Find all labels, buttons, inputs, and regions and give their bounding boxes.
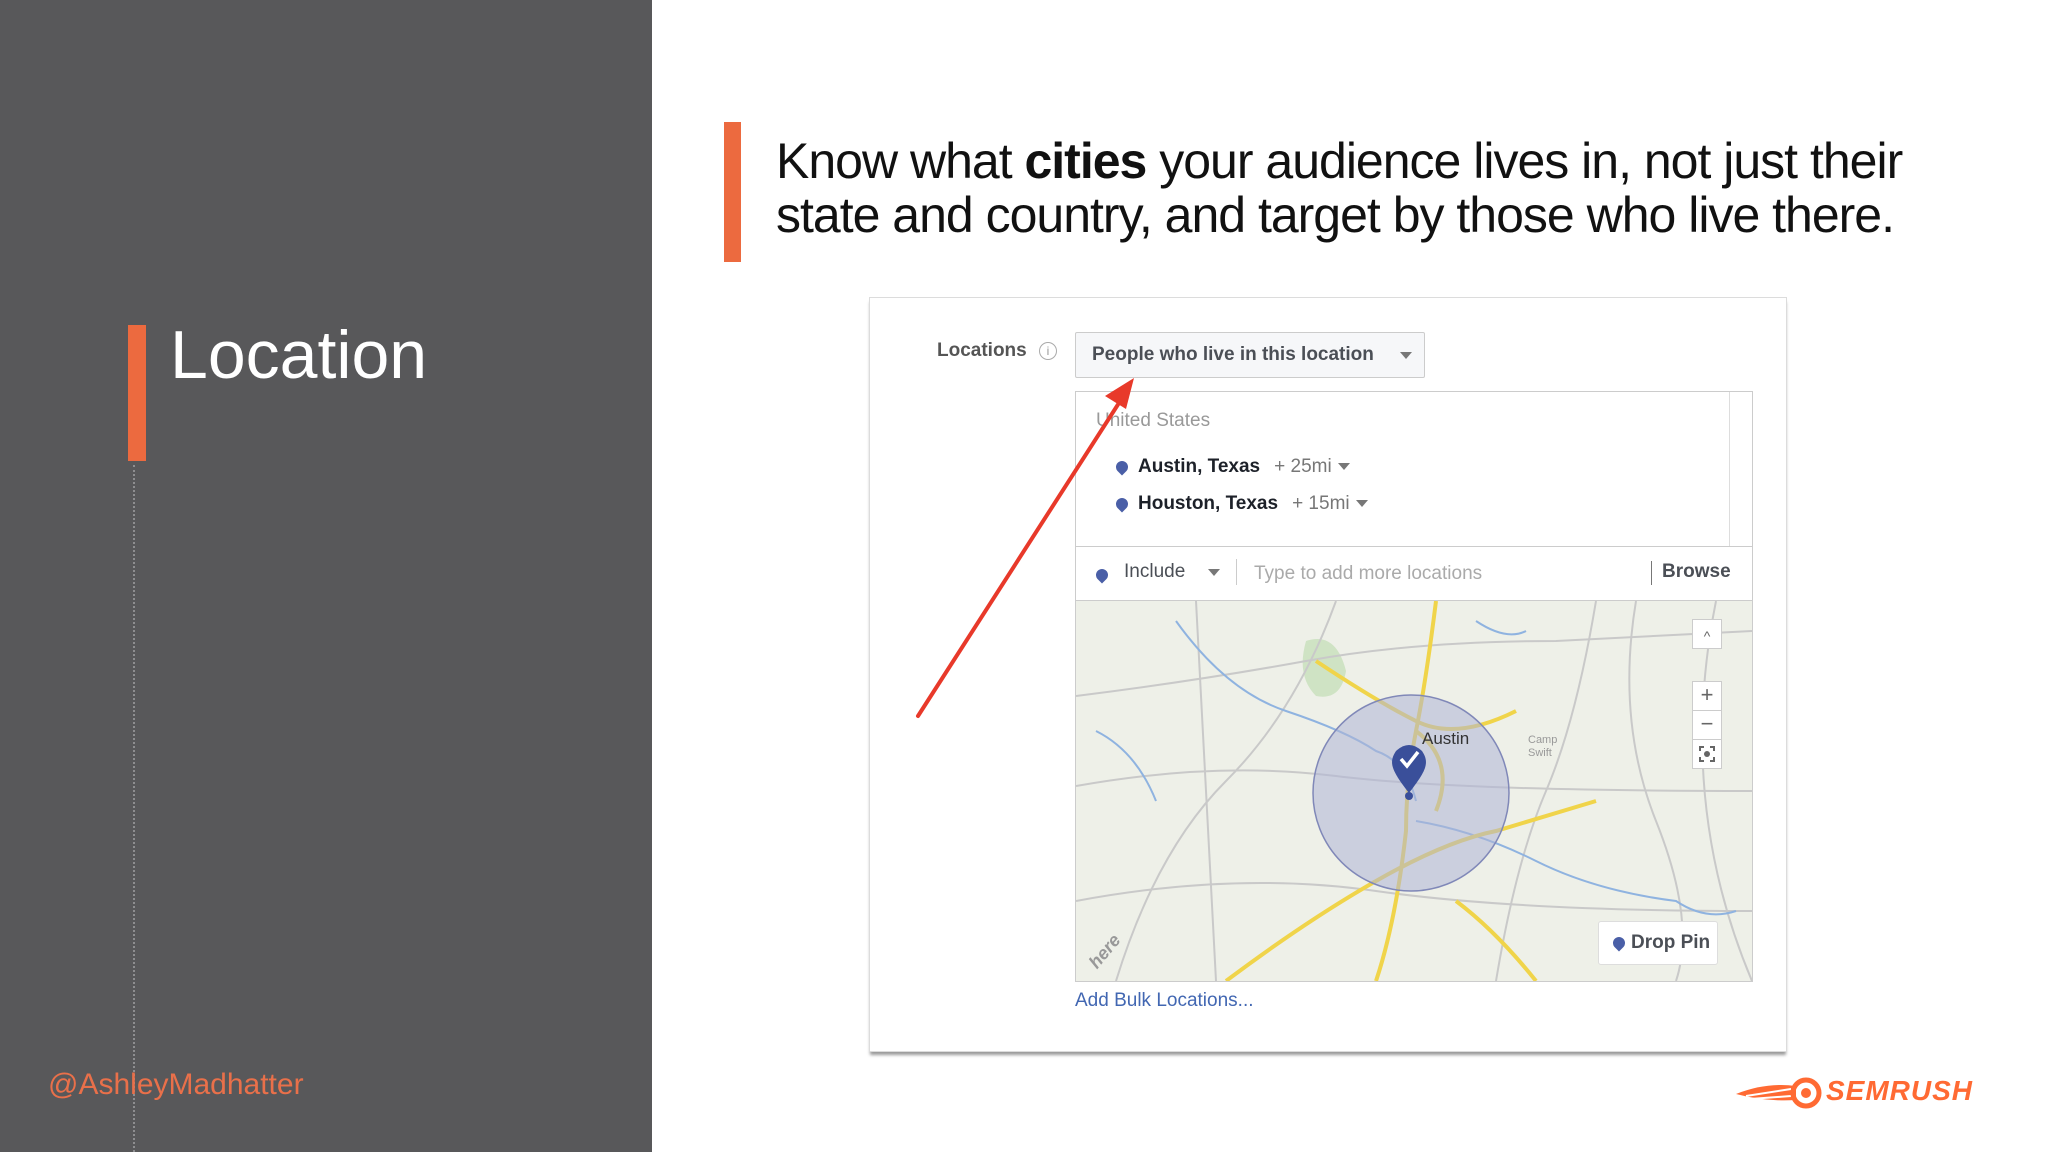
audience-dropdown-value: People who live in this location [1092, 344, 1374, 365]
chevron-down-icon[interactable] [1355, 500, 1368, 508]
location-search-row: Include Browse [1075, 546, 1753, 602]
location-pin-icon [1113, 495, 1131, 513]
headline-accent-bar [724, 122, 741, 262]
author-handle: @AshleyMadhatter [48, 1068, 304, 1101]
radius-selector[interactable]: + 15mi [1292, 493, 1350, 514]
chevron-down-icon[interactable] [1208, 569, 1220, 576]
list-item-location[interactable]: Austin, Texas + 25mi [1113, 456, 1350, 478]
location-name: Houston, Texas [1138, 493, 1279, 514]
ads-location-screenshot: Locations i People who live in this loca… [869, 297, 1787, 1052]
chevron-down-icon [1400, 352, 1412, 359]
logo-mark-icon [1736, 1077, 1822, 1109]
divider [1236, 559, 1237, 585]
map-city-label: Austin [1422, 729, 1470, 748]
info-icon[interactable]: i [1039, 342, 1057, 360]
section-accent-bar [128, 325, 146, 461]
drop-pin-button[interactable]: Drop Pin [1598, 921, 1718, 965]
location-pin-icon [1093, 566, 1111, 584]
include-dropdown[interactable]: Include [1124, 561, 1185, 583]
browse-button[interactable]: Browse [1662, 561, 1731, 583]
section-title: Location [170, 317, 428, 393]
logo-text: SEMRUSH [1826, 1075, 1974, 1106]
recenter-button[interactable] [1692, 739, 1722, 769]
audience-dropdown[interactable]: People who live in this location [1075, 332, 1425, 378]
zoom-out-button[interactable]: − [1692, 710, 1722, 740]
headline-text-1: Know what [776, 133, 1025, 189]
dotted-divider [133, 465, 135, 1152]
zoom-in-button[interactable]: + [1692, 681, 1722, 711]
drop-pin-label: Drop Pin [1631, 932, 1711, 953]
list-item-location[interactable]: Houston, Texas + 15mi [1113, 493, 1368, 515]
map-collapse-button[interactable]: ^ [1692, 619, 1722, 649]
location-pin-icon [1113, 458, 1131, 476]
map-place-label: Camp Swift [1528, 734, 1558, 759]
headline: Know what cities your audience lives in,… [776, 134, 1976, 242]
location-search-input[interactable] [1254, 559, 1634, 589]
headline-bold: cities [1024, 133, 1147, 189]
map-view[interactable]: Austin Camp Swift here ^ + − Drop Pin [1075, 600, 1753, 982]
scrollbar[interactable] [1729, 392, 1752, 547]
selected-locations-list: United States Austin, Texas + 25mi Housto… [1075, 391, 1753, 547]
location-name: Austin, Texas [1138, 456, 1261, 477]
semrush-logo: SEMRUSH [1736, 1072, 1986, 1112]
country-label: United States [1096, 410, 1211, 431]
add-bulk-locations-link[interactable]: Add Bulk Locations... [1075, 990, 1254, 1012]
location-pin-icon [1610, 934, 1628, 952]
recenter-icon [1699, 746, 1715, 762]
radius-selector[interactable]: + 25mi [1274, 456, 1332, 477]
locations-label: Locations [937, 340, 1027, 361]
divider [1651, 561, 1652, 585]
left-panel: Location @AshleyMadhatter [0, 0, 652, 1152]
chevron-down-icon[interactable] [1337, 463, 1350, 471]
